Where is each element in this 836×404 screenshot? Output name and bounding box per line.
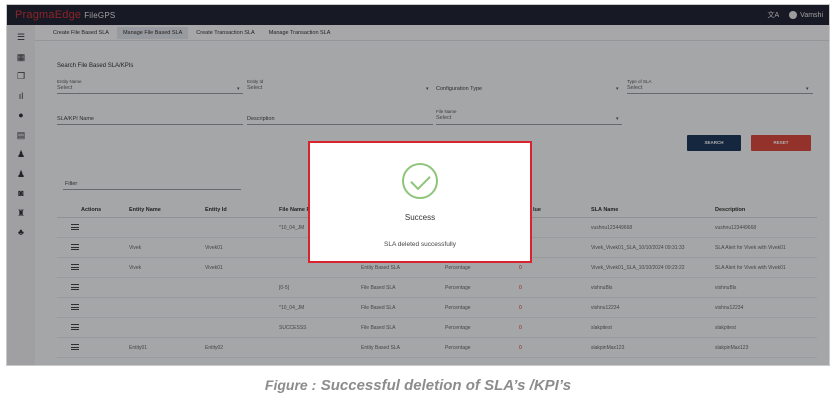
caption-text: Successful deletion of SLA’s /KPI’s: [320, 377, 572, 394]
success-dialog: Success SLA deleted successfully: [308, 141, 532, 263]
app-window: PragmaEdge FileGPS 文A Vamshi ☰ ▦ ❐ ıl ● ▤…: [6, 4, 830, 366]
figure-caption: Figure : Successful deletion of SLA’s /K…: [0, 377, 836, 395]
dialog-title: Success: [404, 213, 436, 222]
check-circle-icon: [402, 163, 438, 199]
dialog-message: SLA deleted successfully: [384, 241, 456, 248]
caption-prefix: Figure :: [264, 377, 317, 393]
